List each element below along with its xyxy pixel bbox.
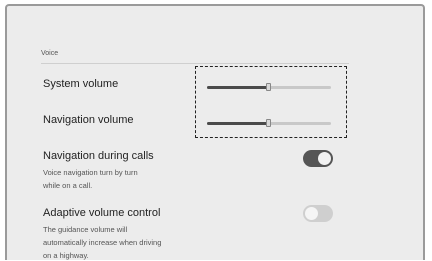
slider-thumb[interactable]	[266, 83, 271, 91]
toggle-knob	[305, 207, 318, 220]
adaptive-volume-toggle[interactable]	[303, 205, 333, 222]
system-volume-slider[interactable]	[207, 82, 331, 92]
adaptive-volume-label: Adaptive volume control	[43, 207, 161, 219]
slider-thumb[interactable]	[266, 119, 271, 127]
adaptive-volume-desc-1: The guidance volume will	[43, 225, 128, 234]
navigation-during-calls-desc-2: while on a call.	[43, 181, 93, 190]
navigation-during-calls-desc-1: Voice navigation turn by turn	[43, 168, 138, 177]
section-title: Voice	[41, 50, 59, 57]
section-divider	[41, 63, 349, 64]
adaptive-volume-desc-3: on a highway.	[43, 251, 89, 260]
toggle-knob	[318, 152, 331, 165]
system-volume-label: System volume	[43, 78, 119, 90]
navigation-volume-slider[interactable]	[207, 118, 331, 128]
settings-screen: Voice System volume Navigation volume Na…	[5, 4, 425, 260]
navigation-during-calls-toggle[interactable]	[303, 150, 333, 167]
slider-fill	[207, 122, 269, 125]
navigation-volume-label: Navigation volume	[43, 114, 134, 126]
slider-fill	[207, 86, 269, 89]
adaptive-volume-desc-2: automatically increase when driving	[43, 238, 162, 247]
navigation-during-calls-label: Navigation during calls	[43, 150, 154, 162]
